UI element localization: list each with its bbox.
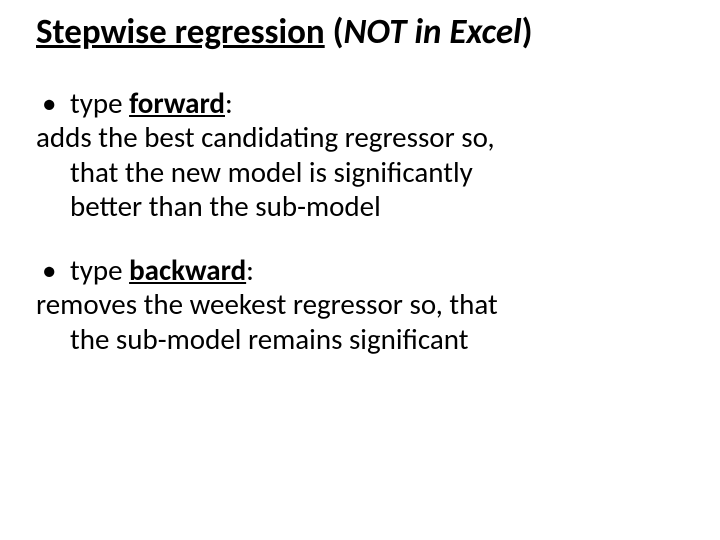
bullet-suffix: : — [225, 85, 233, 121]
slide: Stepwise regression (NOT in Excel) • typ… — [0, 0, 720, 540]
title-part-paren-close: ) — [522, 11, 533, 53]
bullet-keyword: forward — [129, 85, 225, 121]
bullet-suffix: : — [246, 252, 254, 288]
bullet-prefix: type — [70, 85, 129, 121]
paragraph-forward: adds the best candidating regressor so, … — [36, 120, 692, 223]
spacer — [36, 223, 692, 253]
title-part-paren-open: ( — [325, 11, 344, 53]
para-line: the sub-model remains significant — [36, 322, 692, 356]
bullet-prefix: type — [70, 252, 129, 288]
bullet-dot-icon: • — [36, 86, 70, 120]
title-part-italic: NOT in Excel — [344, 11, 522, 53]
para-line: better than the sub-model — [36, 189, 692, 223]
bullet-dot-icon: • — [36, 253, 70, 287]
slide-title: Stepwise regression (NOT in Excel) — [36, 12, 692, 52]
bullet-item-forward: • type forward: — [36, 86, 692, 120]
para-line: adds the best candidating regressor so, — [36, 119, 495, 155]
bullet-item-backward: • type backward: — [36, 253, 692, 287]
para-line: removes the weekest regressor so, that — [36, 286, 498, 322]
bullet-text: type backward: — [70, 253, 692, 287]
slide-body: • type forward: adds the best candidatin… — [36, 86, 692, 356]
bullet-text: type forward: — [70, 86, 692, 120]
paragraph-backward: removes the weekest regressor so, that t… — [36, 287, 692, 355]
bullet-keyword: backward — [129, 252, 246, 288]
para-line: that the new model is significantly — [36, 155, 692, 189]
title-part-underlined: Stepwise regression — [36, 11, 325, 53]
